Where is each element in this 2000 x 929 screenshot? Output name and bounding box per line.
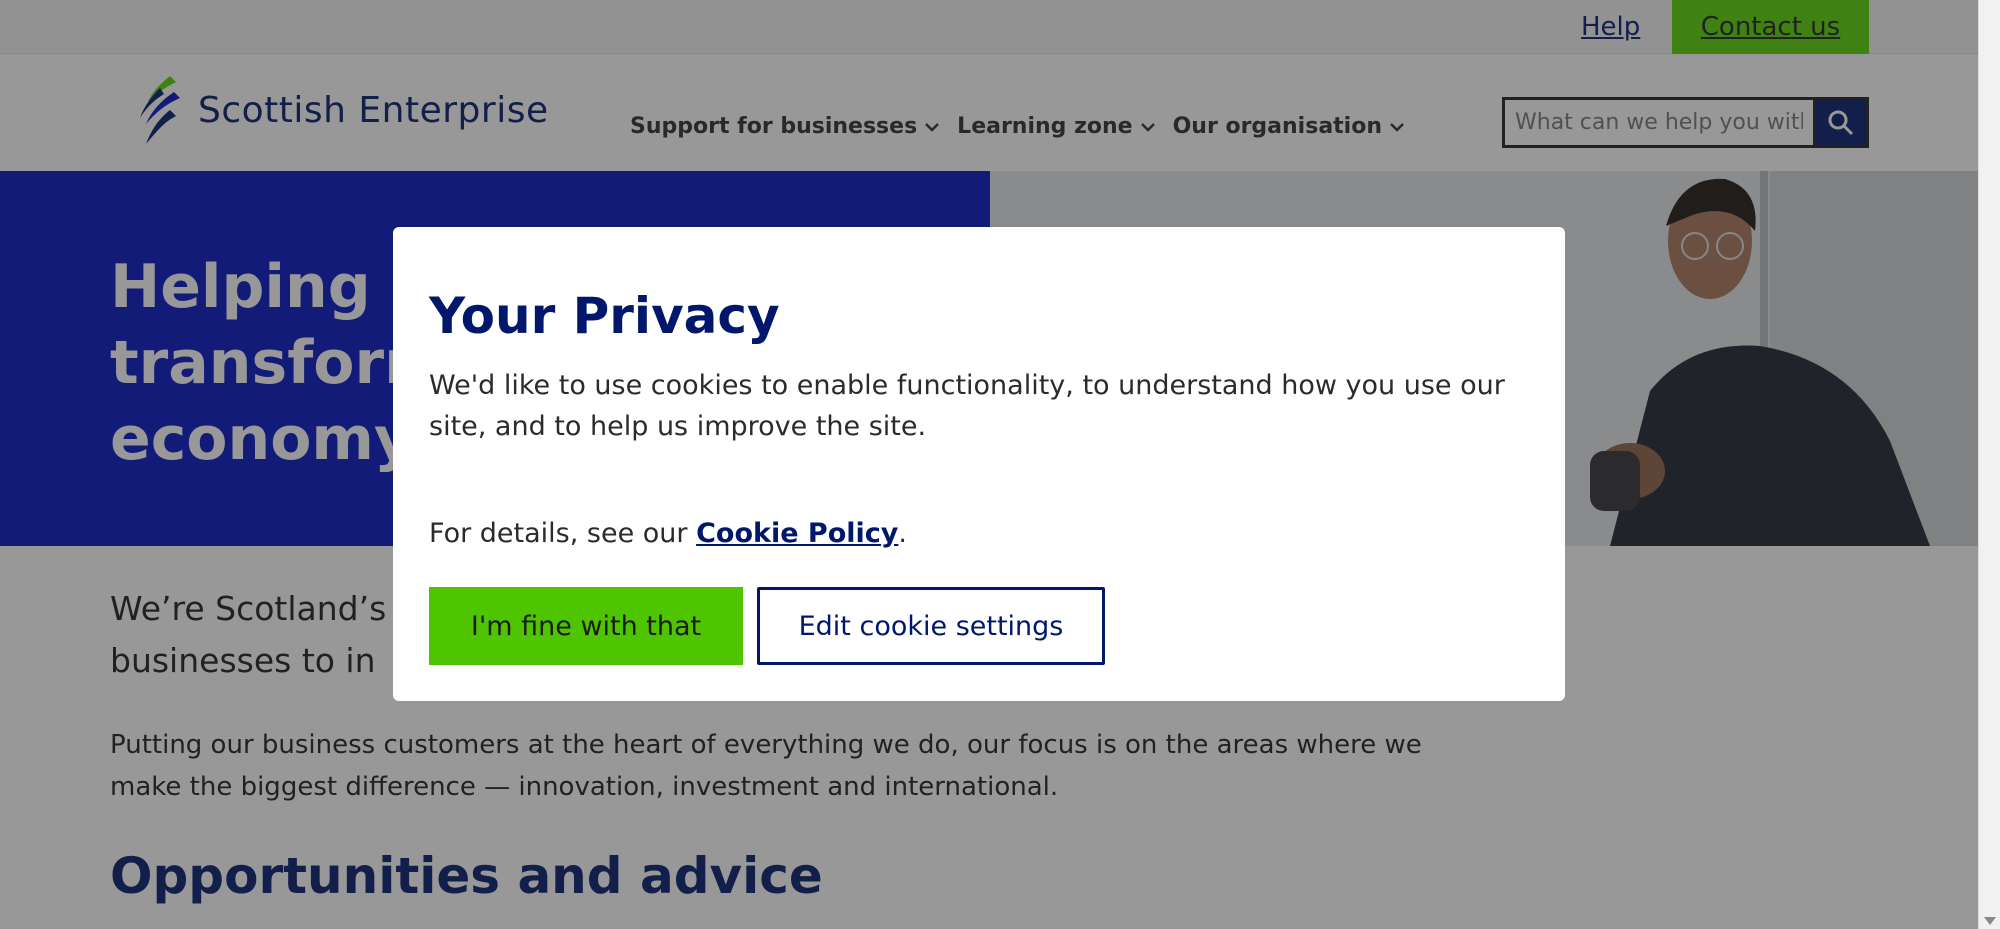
details-prefix: For details, see our	[429, 518, 697, 549]
details-suffix: .	[898, 518, 907, 549]
modal-details: For details, see our Cookie Policy.	[429, 513, 907, 554]
modal-title: Your Privacy	[429, 287, 780, 345]
scrollbar[interactable]	[1978, 0, 2000, 929]
scrollbar-thumb[interactable]	[1983, 0, 1997, 929]
cookie-policy-link[interactable]: Cookie Policy	[696, 518, 898, 549]
cookie-consent-modal: Your Privacy We'd like to use cookies to…	[393, 227, 1565, 701]
modal-description: We'd like to use cookies to enable funct…	[429, 370, 1505, 442]
scroll-down-arrow-icon[interactable]	[1984, 917, 1996, 925]
edit-cookie-settings-button[interactable]: Edit cookie settings	[757, 587, 1105, 665]
accept-cookies-button[interactable]: I'm fine with that	[429, 587, 743, 665]
